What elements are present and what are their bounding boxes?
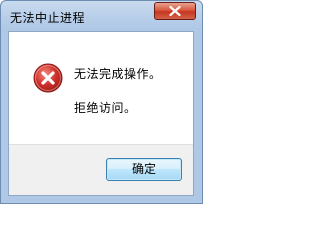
- close-button[interactable]: [154, 2, 196, 20]
- title-bar[interactable]: 无法中止进程: [1, 1, 202, 31]
- dialog-client-area: 无法完成操作。 拒绝访问。 确定: [8, 31, 194, 196]
- button-bar: 确定: [9, 144, 193, 195]
- error-message: 无法完成操作。: [74, 67, 162, 81]
- error-icon: [33, 63, 63, 93]
- error-detail: 拒绝访问。: [74, 101, 137, 115]
- dialog-window: 无法中止进程 无法完成操作。 拒绝访问。 确定: [0, 0, 203, 204]
- close-icon: [169, 6, 181, 16]
- ok-button[interactable]: 确定: [106, 158, 182, 181]
- window-title: 无法中止进程: [10, 11, 86, 25]
